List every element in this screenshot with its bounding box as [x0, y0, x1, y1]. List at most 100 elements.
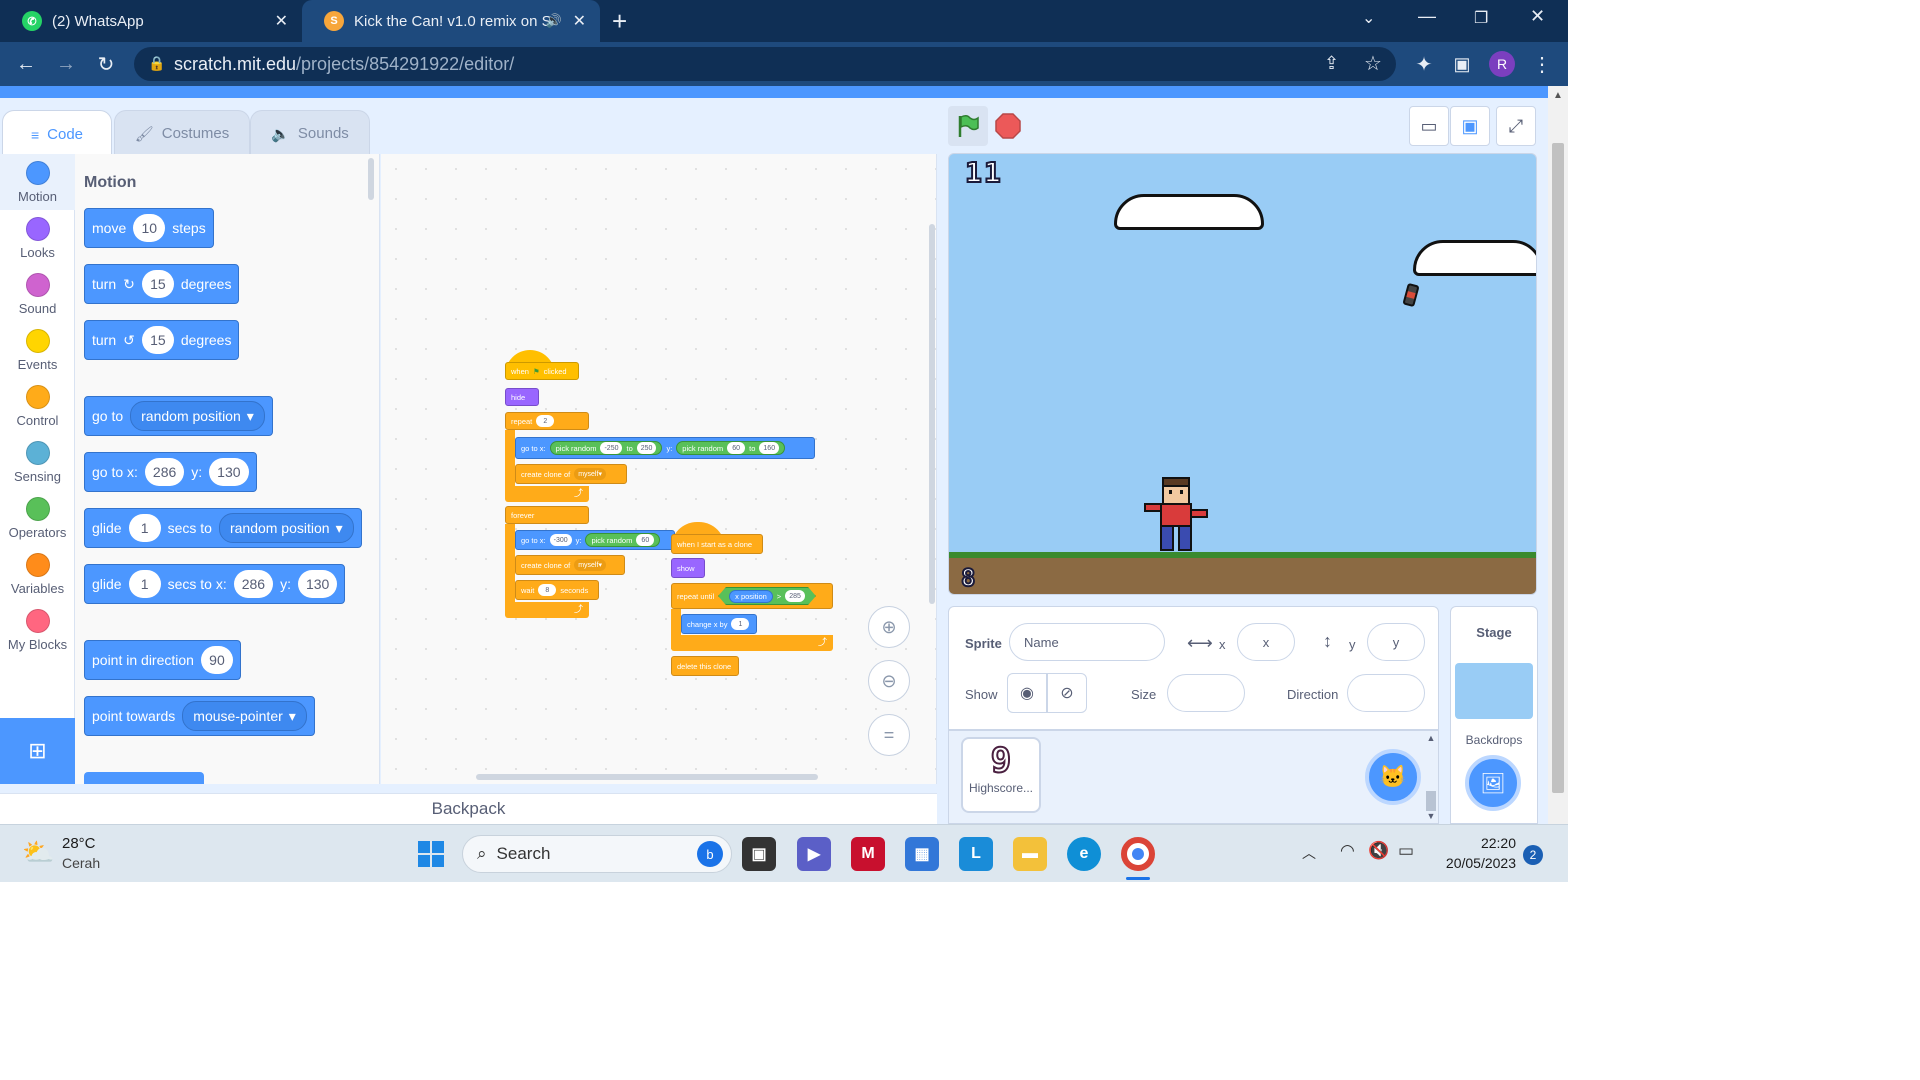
edge-icon[interactable]: e	[1067, 837, 1101, 871]
page-scrollbar[interactable]: ▲	[1548, 86, 1568, 824]
microsoft-store-icon[interactable]: ▦	[905, 837, 939, 871]
degrees-input[interactable]: 15	[141, 326, 174, 354]
sprite-list-scrollbar[interactable]: ▲ ▼	[1425, 733, 1437, 821]
repeat-count-input[interactable]: 2	[536, 415, 555, 427]
random-from-input[interactable]: 60	[636, 534, 655, 546]
close-tab-icon[interactable]: ✕	[573, 11, 586, 31]
delete-clone-block[interactable]: delete this clone	[671, 656, 739, 676]
reload-icon[interactable]: ↻	[92, 50, 120, 78]
category-sensing[interactable]: Sensing	[0, 434, 75, 490]
tab-costumes[interactable]: 🖌 Costumes	[114, 110, 250, 156]
share-icon[interactable]: ⇪	[1324, 53, 1339, 74]
secs-input[interactable]: 1	[128, 514, 161, 542]
wait-block[interactable]: wait 8 seconds	[515, 580, 599, 600]
page-scroll-thumb[interactable]	[1552, 143, 1564, 793]
restore-icon[interactable]: ❐	[1474, 8, 1488, 28]
greater-than-operator[interactable]: x position >285	[718, 587, 816, 605]
clock-date[interactable]: 20/05/2023	[1430, 855, 1516, 871]
stop-button[interactable]	[988, 106, 1028, 146]
category-my-blocks[interactable]: My Blocks	[0, 602, 75, 658]
scroll-thumb[interactable]	[1426, 791, 1436, 811]
task-view-icon[interactable]: ▣	[742, 837, 776, 871]
extensions-icon[interactable]: ✦	[1410, 50, 1438, 78]
zoom-out-button[interactable]: ⊖	[868, 660, 910, 702]
change-x-input[interactable]: 1	[731, 618, 750, 630]
x-input[interactable]: -300	[549, 534, 572, 546]
close-window-icon[interactable]: ✕	[1530, 6, 1545, 27]
audio-playing-icon[interactable]: 🔊	[546, 13, 562, 29]
size-field[interactable]	[1167, 674, 1245, 712]
tab-whatsapp[interactable]: ✆ (2) WhatsApp ✕	[0, 0, 302, 42]
mcafee-icon[interactable]: M	[851, 837, 885, 871]
category-variables[interactable]: Variables	[0, 546, 75, 602]
weather-temp[interactable]: 28°C	[62, 835, 96, 852]
glide-to-xy-block[interactable]: glide 1 secs to x: 286 y: 130	[84, 564, 346, 604]
taskbar-search-box[interactable]: ⌕ Search b	[462, 835, 732, 873]
forward-arrow-icon[interactable]: →	[52, 50, 80, 78]
new-tab-button[interactable]: +	[612, 6, 627, 37]
create-clone-block[interactable]: create clone of myself ▾	[515, 464, 627, 484]
category-looks[interactable]: Looks	[0, 210, 75, 266]
back-arrow-icon[interactable]: ←	[12, 50, 40, 78]
direction-field[interactable]	[1347, 674, 1425, 712]
random-to-input[interactable]: 160	[759, 442, 780, 454]
category-control[interactable]: Control	[0, 378, 75, 434]
forever-block[interactable]: forever	[505, 506, 589, 524]
volume-muted-icon[interactable]: 🔇	[1368, 841, 1389, 861]
chat-icon[interactable]: ▶	[797, 837, 831, 871]
wait-seconds-input[interactable]: 8	[538, 584, 557, 596]
sprite-thumbnail[interactable]: 9 Highscore...	[961, 737, 1041, 813]
hide-sprite-button[interactable]: ⊘	[1047, 673, 1087, 713]
show-block[interactable]: show	[671, 558, 705, 578]
workspace-h-scrollbar[interactable]	[476, 774, 818, 780]
chrome-icon[interactable]	[1121, 837, 1155, 871]
green-flag-button[interactable]	[948, 106, 988, 146]
add-extension-button[interactable]: ⊞	[0, 718, 75, 784]
category-events[interactable]: Events	[0, 322, 75, 378]
fullscreen-button[interactable]: ⤢	[1496, 106, 1536, 146]
sprite-name-field[interactable]: Name	[1009, 623, 1165, 661]
file-explorer-icon[interactable]: ▬	[1013, 837, 1047, 871]
random-to-input[interactable]: 250	[636, 442, 657, 454]
small-stage-button[interactable]: ▭	[1409, 106, 1449, 146]
weather-icon[interactable]: ⛅	[22, 837, 54, 868]
x-position-reporter[interactable]: x position	[729, 589, 773, 603]
clone-target-dropdown[interactable]: myself ▾	[574, 559, 606, 571]
more-menu-icon[interactable]: ⋮	[1528, 50, 1556, 78]
repeat-until-block[interactable]: repeat until x position >285	[671, 583, 833, 609]
glide-to-block[interactable]: glide 1 secs to random position ▾	[84, 508, 362, 548]
category-sound[interactable]: Sound	[0, 266, 75, 322]
profile-avatar[interactable]: R	[1489, 51, 1515, 77]
direction-input[interactable]: 90	[200, 646, 233, 674]
x-input[interactable]: 286	[144, 458, 185, 486]
choose-backdrop-button[interactable]: 🖼	[1465, 755, 1521, 811]
backpack[interactable]: Backpack	[0, 793, 937, 824]
hide-block[interactable]: hide	[505, 388, 539, 406]
turn-right-block[interactable]: turn ↻ 15 degrees	[84, 264, 240, 304]
side-panel-icon[interactable]: ▣	[1448, 50, 1476, 78]
l-app-icon[interactable]: L	[959, 837, 993, 871]
weather-text[interactable]: Cerah	[62, 855, 100, 871]
x-input[interactable]: 286	[233, 570, 274, 598]
secs-input[interactable]: 1	[128, 570, 161, 598]
when-start-as-clone-block[interactable]: when I start as a clone	[671, 534, 763, 554]
pick-random-reporter[interactable]: pick random 60 to 160	[676, 441, 786, 455]
zoom-in-button[interactable]: ⊕	[868, 606, 910, 648]
close-tab-icon[interactable]: ✕	[275, 11, 288, 31]
compare-value-input[interactable]: 285	[785, 590, 805, 602]
go-to-dropdown[interactable]: random position ▾	[130, 401, 265, 431]
tab-scratch[interactable]: S Kick the Can! v1.0 remix on S 🔊 ✕	[302, 0, 600, 42]
y-input[interactable]: 130	[209, 458, 249, 486]
go-to-xy-block[interactable]: go to x: 286 y: 130	[84, 452, 257, 492]
wifi-icon[interactable]: ◠	[1340, 841, 1355, 861]
address-bar[interactable]: 🔒 scratch.mit.edu/projects/854291922/edi…	[134, 47, 1396, 81]
choose-sprite-button[interactable]: 🐱	[1365, 749, 1421, 805]
stage-thumbnail[interactable]	[1455, 663, 1533, 719]
go-to-xy-block[interactable]: go to x: pick random -250 to 250 y: pick ra…	[515, 437, 815, 459]
glide-dropdown[interactable]: random position ▾	[218, 513, 354, 543]
y-input[interactable]: 130	[297, 570, 338, 598]
tray-chevron-icon[interactable]: ︿	[1302, 843, 1316, 863]
x-field[interactable]: x	[1237, 623, 1295, 661]
y-field[interactable]: y	[1367, 623, 1425, 661]
category-operators[interactable]: Operators	[0, 490, 75, 546]
